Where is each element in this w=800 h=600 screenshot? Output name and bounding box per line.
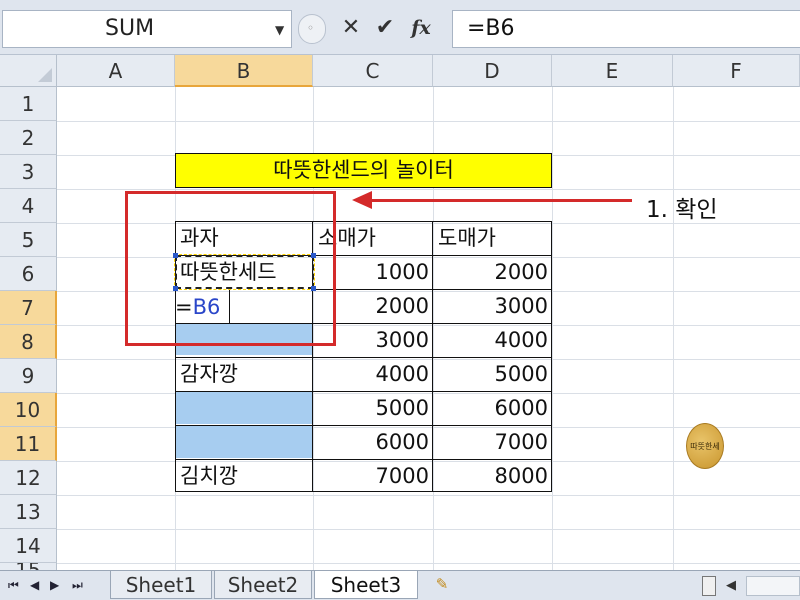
row-header-1[interactable]: 1 <box>0 87 57 121</box>
watermark-seal: 따뜻한세드 <box>686 423 724 469</box>
insert-sheet-icon[interactable]: ✎ <box>430 575 454 595</box>
tab-sheet2[interactable]: Sheet2 <box>214 571 312 599</box>
gridline <box>57 529 800 530</box>
tab-sheet3[interactable]: Sheet3 <box>314 571 418 599</box>
cell-d11[interactable]: 7000 <box>433 425 552 459</box>
cell-c12[interactable]: 7000 <box>313 459 433 493</box>
row-header-4[interactable]: 4 <box>0 189 57 223</box>
column-header-f[interactable]: F <box>673 55 800 87</box>
gridline <box>57 563 800 564</box>
x-icon[interactable]: ✕ <box>336 12 366 44</box>
formula-input[interactable]: =B6 <box>452 10 800 48</box>
cell-d12[interactable]: 8000 <box>433 459 552 493</box>
cell-d7[interactable]: 3000 <box>433 289 552 323</box>
arrow-head-icon <box>352 191 372 209</box>
row-header-13[interactable]: 13 <box>0 495 57 529</box>
row-header-10[interactable]: 10 <box>0 393 57 427</box>
first-sheet-icon[interactable]: ⏮ <box>8 578 19 593</box>
column-header-b[interactable]: B <box>175 55 313 87</box>
tab-sheet1[interactable]: Sheet1 <box>110 571 212 599</box>
gridline <box>673 87 674 570</box>
cell-b12[interactable]: 김치깡 <box>180 459 238 493</box>
cell-d10[interactable]: 6000 <box>433 391 552 425</box>
next-sheet-icon[interactable]: ▶ <box>50 578 59 592</box>
column-header-a[interactable]: A <box>57 55 175 87</box>
name-box-value: SUM <box>105 16 155 41</box>
header-wholesale[interactable]: 도매가 <box>438 221 496 255</box>
cell-c9[interactable]: 4000 <box>313 357 433 391</box>
name-box[interactable]: SUM ▼ <box>2 10 292 48</box>
check-icon[interactable]: ✔ <box>370 12 400 44</box>
row-header-3[interactable]: 3 <box>0 155 57 189</box>
chevron-down-icon[interactable]: ▼ <box>275 23 284 37</box>
annotation-arrow <box>370 199 632 202</box>
cell-c10[interactable]: 5000 <box>313 391 433 425</box>
row-header-14[interactable]: 14 <box>0 529 57 563</box>
scroll-left-icon[interactable]: ◀ <box>726 578 736 593</box>
formula-bar: SUM ▼ ◦ ✕ ✔ fx =B6 <box>0 0 800 55</box>
gridline <box>552 87 553 570</box>
gridline <box>57 121 800 122</box>
prev-sheet-icon[interactable]: ◀ <box>30 578 39 592</box>
row-header-11[interactable]: 11 <box>0 427 57 461</box>
formula-text: =B6 <box>467 16 515 41</box>
row-header-7[interactable]: 7 <box>0 291 57 325</box>
column-header-c[interactable]: C <box>313 55 433 87</box>
column-header-d[interactable]: D <box>433 55 552 87</box>
row-header-15[interactable]: 15 <box>0 563 57 570</box>
annotation-note: 1. 확인 <box>646 197 718 223</box>
cell-d8[interactable]: 4000 <box>433 323 552 357</box>
scroll-split-handle[interactable] <box>702 576 716 596</box>
row-header-5[interactable]: 5 <box>0 223 57 257</box>
sheet-tab-bar: ⏮ ◀ ▶ ⏭ Sheet1 Sheet2 Sheet3 ✎ ◀ <box>0 570 800 600</box>
resize-grip[interactable]: ◦ <box>298 14 326 44</box>
gridline <box>57 495 800 496</box>
row-header-12[interactable]: 12 <box>0 461 57 495</box>
cell-d9[interactable]: 5000 <box>433 357 552 391</box>
row-header-9[interactable]: 9 <box>0 359 57 393</box>
row-header-8[interactable]: 8 <box>0 325 57 359</box>
scroll-track[interactable] <box>746 576 800 596</box>
column-header-e[interactable]: E <box>552 55 673 87</box>
cell-b9[interactable]: 감자깡 <box>180 357 238 391</box>
sheet-title-cell[interactable]: 따뜻한센드의 놀이터 <box>175 153 552 188</box>
last-sheet-icon[interactable]: ⏭ <box>72 578 83 593</box>
highlight-box <box>125 191 336 346</box>
horizontal-scrollbar[interactable]: ◀ <box>702 576 800 596</box>
row-header-2[interactable]: 2 <box>0 121 57 155</box>
cell-d6[interactable]: 2000 <box>433 255 552 289</box>
row-header-6[interactable]: 6 <box>0 257 57 291</box>
cell-c11[interactable]: 6000 <box>313 425 433 459</box>
fx-icon[interactable]: fx <box>406 12 436 44</box>
select-all-button[interactable] <box>0 55 57 87</box>
worksheet-grid[interactable]: A B C D E F 1 2 3 4 5 6 7 8 9 10 11 12 1… <box>0 55 800 570</box>
